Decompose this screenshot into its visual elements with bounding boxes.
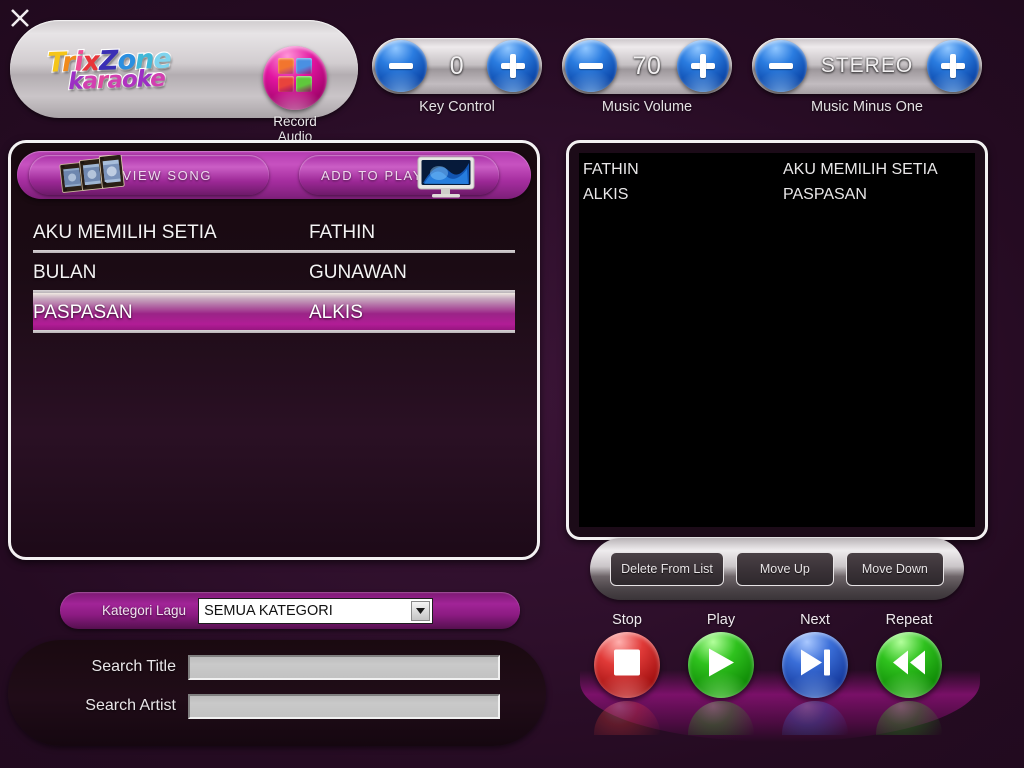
playlist-title: PASPASAN (783, 185, 867, 203)
play-icon (706, 648, 736, 683)
play-button[interactable] (688, 632, 754, 698)
playlist-row[interactable]: FATHIN AKU MEMILIH SETIA (579, 157, 975, 182)
repeat-reflection (876, 701, 942, 735)
playlist-artist: ALKIS (583, 185, 629, 203)
category-filter-bar: Kategori Lagu SEMUA KATEGORI (60, 592, 520, 629)
song-artist: ALKIS (309, 302, 363, 323)
song-row[interactable]: BULAN GUNAWAN (33, 253, 515, 293)
play-reflection (688, 701, 754, 735)
music-minus-one-label: Music Minus One (810, 99, 923, 115)
stop-control: Stop (580, 612, 674, 735)
key-control-value: 0 (449, 51, 465, 80)
playlist-list[interactable]: FATHIN AKU MEMILIH SETIA ALKIS PASPASAN (579, 153, 975, 527)
key-control-increment-button[interactable] (487, 40, 539, 92)
search-artist-input[interactable] (188, 693, 500, 719)
key-control-label: Key Control (419, 99, 495, 115)
window-pane (278, 58, 294, 75)
stop-label: Stop (612, 612, 642, 628)
app-logo: TrixZone karaoke (46, 42, 209, 106)
stop-reflection (594, 701, 660, 735)
logo-letter: k (135, 65, 152, 94)
playlist-artist: FATHIN (583, 160, 639, 178)
repeat-label: Repeat (885, 612, 933, 628)
song-row[interactable]: AKU MEMILIH SETIA FATHIN (33, 213, 515, 253)
next-reflection (782, 701, 848, 735)
playlist-row[interactable]: ALKIS PASPASAN (579, 182, 975, 207)
category-selected-value: SEMUA KATEGORI (204, 602, 333, 619)
music-minus-one-decrement-button[interactable] (755, 40, 807, 92)
transport-controls: Stop Play Next Repeat (580, 612, 980, 762)
close-window-button[interactable] (6, 4, 34, 32)
music-volume-increment-button[interactable] (677, 40, 729, 92)
next-control: Next (768, 612, 862, 735)
window-panes-grid (278, 58, 312, 93)
next-label: Next (800, 612, 830, 628)
music-minus-one-pill: STEREO (752, 38, 982, 94)
window-pane (296, 76, 312, 93)
search-panel: Search Title Search Artist (8, 640, 546, 746)
song-action-bar: PREVIEW SONG ADD TO PLAYLIST (17, 151, 531, 199)
move-up-button[interactable]: Move Up (735, 552, 834, 586)
song-title: PASPASAN (33, 302, 133, 323)
key-control-decrement-button[interactable] (375, 40, 427, 92)
music-volume-pill: 70 (562, 38, 732, 94)
record-audio-button[interactable]: Record Audio (258, 46, 332, 144)
music-minus-one-increment-button[interactable] (927, 40, 979, 92)
window-pane (278, 76, 294, 93)
chevron-down-icon[interactable] (411, 600, 431, 621)
close-icon (11, 9, 29, 27)
search-artist-row: Search Artist (8, 691, 546, 721)
search-artist-label: Search Artist (85, 697, 176, 714)
playlist-action-bar: Delete From List Move Up Move Down (590, 538, 964, 600)
play-label: Play (706, 612, 736, 628)
search-title-label: Search Title (91, 658, 176, 675)
repeat-button[interactable] (876, 632, 942, 698)
music-volume-label: Music Volume (601, 99, 693, 115)
window-pane (296, 58, 312, 75)
film-strip-icon (59, 155, 125, 193)
stop-icon (614, 649, 640, 681)
logo-line-karaoke: karaoke (67, 65, 209, 97)
monitor-icon (417, 156, 475, 198)
song-artist: FATHIN (309, 222, 376, 243)
search-title-row: Search Title (8, 652, 546, 682)
app-header-panel: TrixZone karaoke Record Audio (10, 20, 358, 144)
song-artist: GUNAWAN (309, 262, 407, 283)
logo-letter: a (106, 66, 124, 95)
search-title-input[interactable] (188, 654, 500, 680)
row-separator (33, 330, 515, 333)
logo-letter: o (120, 66, 138, 95)
playlist-panel: FATHIN AKU MEMILIH SETIA ALKIS PASPASAN (566, 140, 988, 540)
next-icon (799, 649, 831, 682)
key-control-group: 0 Key Control (372, 38, 542, 115)
window-panes-icon (263, 46, 327, 110)
song-list[interactable]: AKU MEMILIH SETIA FATHIN BULAN GUNAWAN PASPA… (11, 213, 537, 333)
playlist-title: AKU MEMILIH SETIA (783, 160, 938, 178)
rewind-icon (892, 650, 926, 681)
music-volume-group: 70 Music Volume (562, 38, 732, 115)
song-row[interactable]: PASPASAN ALKIS (33, 293, 515, 333)
next-button[interactable] (782, 632, 848, 698)
music-volume-decrement-button[interactable] (565, 40, 617, 92)
repeat-control: Repeat (862, 612, 956, 735)
song-title: BULAN (33, 262, 97, 283)
delete-from-list-button[interactable]: Delete From List (610, 552, 724, 586)
song-browser-panel: PREVIEW SONG ADD TO PLAYLIST AKU MEMILIH… (8, 140, 540, 560)
music-minus-one-group: STEREO Music Minus One (752, 38, 982, 115)
key-control-pill: 0 (372, 38, 542, 94)
music-volume-value: 70 (632, 51, 662, 80)
stop-button[interactable] (594, 632, 660, 698)
song-title: AKU MEMILIH SETIA (33, 222, 217, 243)
logo-letter: a (81, 67, 99, 96)
category-dropdown[interactable]: SEMUA KATEGORI (198, 597, 434, 624)
music-minus-one-value: STEREO (820, 54, 914, 77)
move-down-button[interactable]: Move Down (845, 552, 944, 586)
logo-letter: e (149, 65, 167, 94)
logo-letter: k (67, 67, 84, 96)
category-label: Kategori Lagu (102, 603, 187, 618)
play-control: Play (674, 612, 768, 735)
